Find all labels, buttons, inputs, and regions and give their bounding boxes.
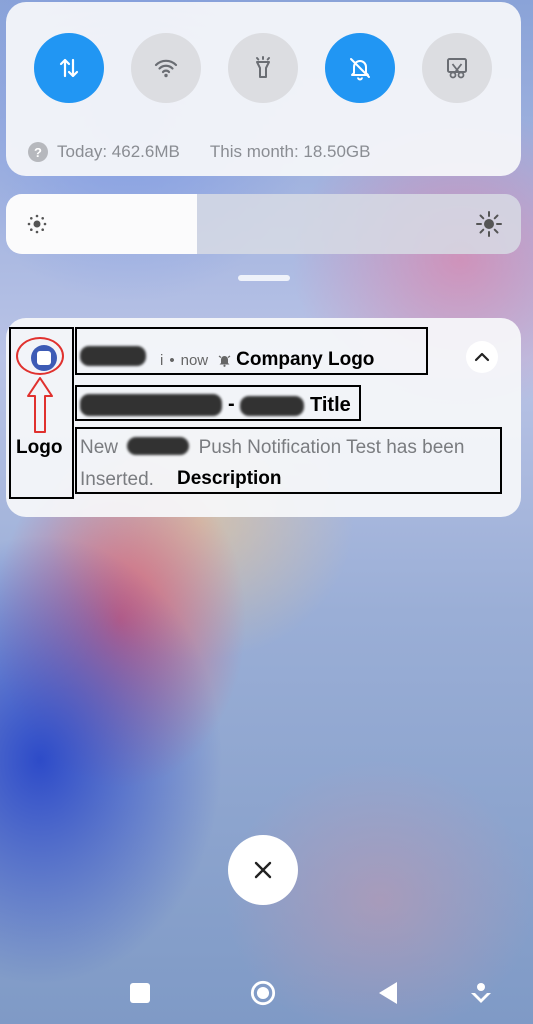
- usage-today: Today: 462.6MB: [57, 142, 180, 161]
- home-icon: [250, 980, 276, 1006]
- mute-toggle[interactable]: [325, 33, 395, 103]
- bell-off-icon: [350, 58, 370, 81]
- brightness-low-icon: [27, 214, 47, 234]
- home-button[interactable]: [250, 980, 276, 1006]
- title-annotation-label: Title: [310, 394, 351, 416]
- data-arrows-icon: [59, 58, 79, 78]
- app-name-suffix: i: [160, 351, 164, 369]
- flashlight-icon: [256, 56, 270, 78]
- annotation-arrow-icon: [27, 377, 53, 433]
- usage-month: This month: 18.50GB: [209, 142, 371, 161]
- description-prefix: New: [80, 437, 119, 458]
- flashlight-toggle[interactable]: [228, 33, 298, 103]
- brightness-slider[interactable]: [6, 194, 521, 254]
- redacted-title-part2: [240, 396, 304, 416]
- logo-annotation-label: Logo: [16, 437, 63, 458]
- close-icon: [254, 861, 272, 879]
- brightness-high-icon: [476, 211, 502, 237]
- wifi-toggle[interactable]: [131, 33, 201, 103]
- quick-settings-panel: ? Today: 462.6MB This month: 18.50GB: [6, 2, 521, 176]
- notification-time: now: [180, 351, 209, 369]
- back-button[interactable]: [375, 980, 401, 1006]
- wifi-icon: [154, 59, 178, 78]
- redacted-description-word: [127, 437, 190, 455]
- recents-button[interactable]: [127, 980, 153, 1006]
- assistant-icon: [471, 983, 491, 1003]
- notification-description: New Push Notification Test has been Inse…: [80, 432, 496, 496]
- company-logo-annotation-label: Company Logo: [236, 349, 375, 370]
- clear-notifications-button[interactable]: [228, 835, 298, 905]
- help-icon[interactable]: ?: [28, 142, 48, 162]
- app-logo-icon: [31, 345, 57, 371]
- drawer-handle[interactable]: [238, 275, 290, 281]
- assistant-button[interactable]: [468, 980, 494, 1006]
- alert-bell-icon: [218, 355, 231, 367]
- recents-icon: [130, 983, 150, 1003]
- collapse-button[interactable]: [466, 341, 498, 373]
- chevron-up-icon: [474, 352, 490, 362]
- scissors-icon: [447, 58, 467, 79]
- data-usage: ? Today: 462.6MB This month: 18.50GB: [28, 142, 371, 162]
- notification-meta: i • now Company Logo: [160, 349, 374, 371]
- redacted-app-name: [80, 346, 146, 366]
- mobile-data-toggle[interactable]: [34, 33, 104, 103]
- meta-separator: •: [169, 351, 175, 369]
- back-icon: [379, 982, 397, 1004]
- screenshot-toggle[interactable]: [422, 33, 492, 103]
- redacted-title-part1: [80, 394, 222, 416]
- title-separator: -: [228, 393, 235, 415]
- navigation-bar: [0, 968, 533, 1018]
- description-annotation-label: Description: [177, 468, 282, 489]
